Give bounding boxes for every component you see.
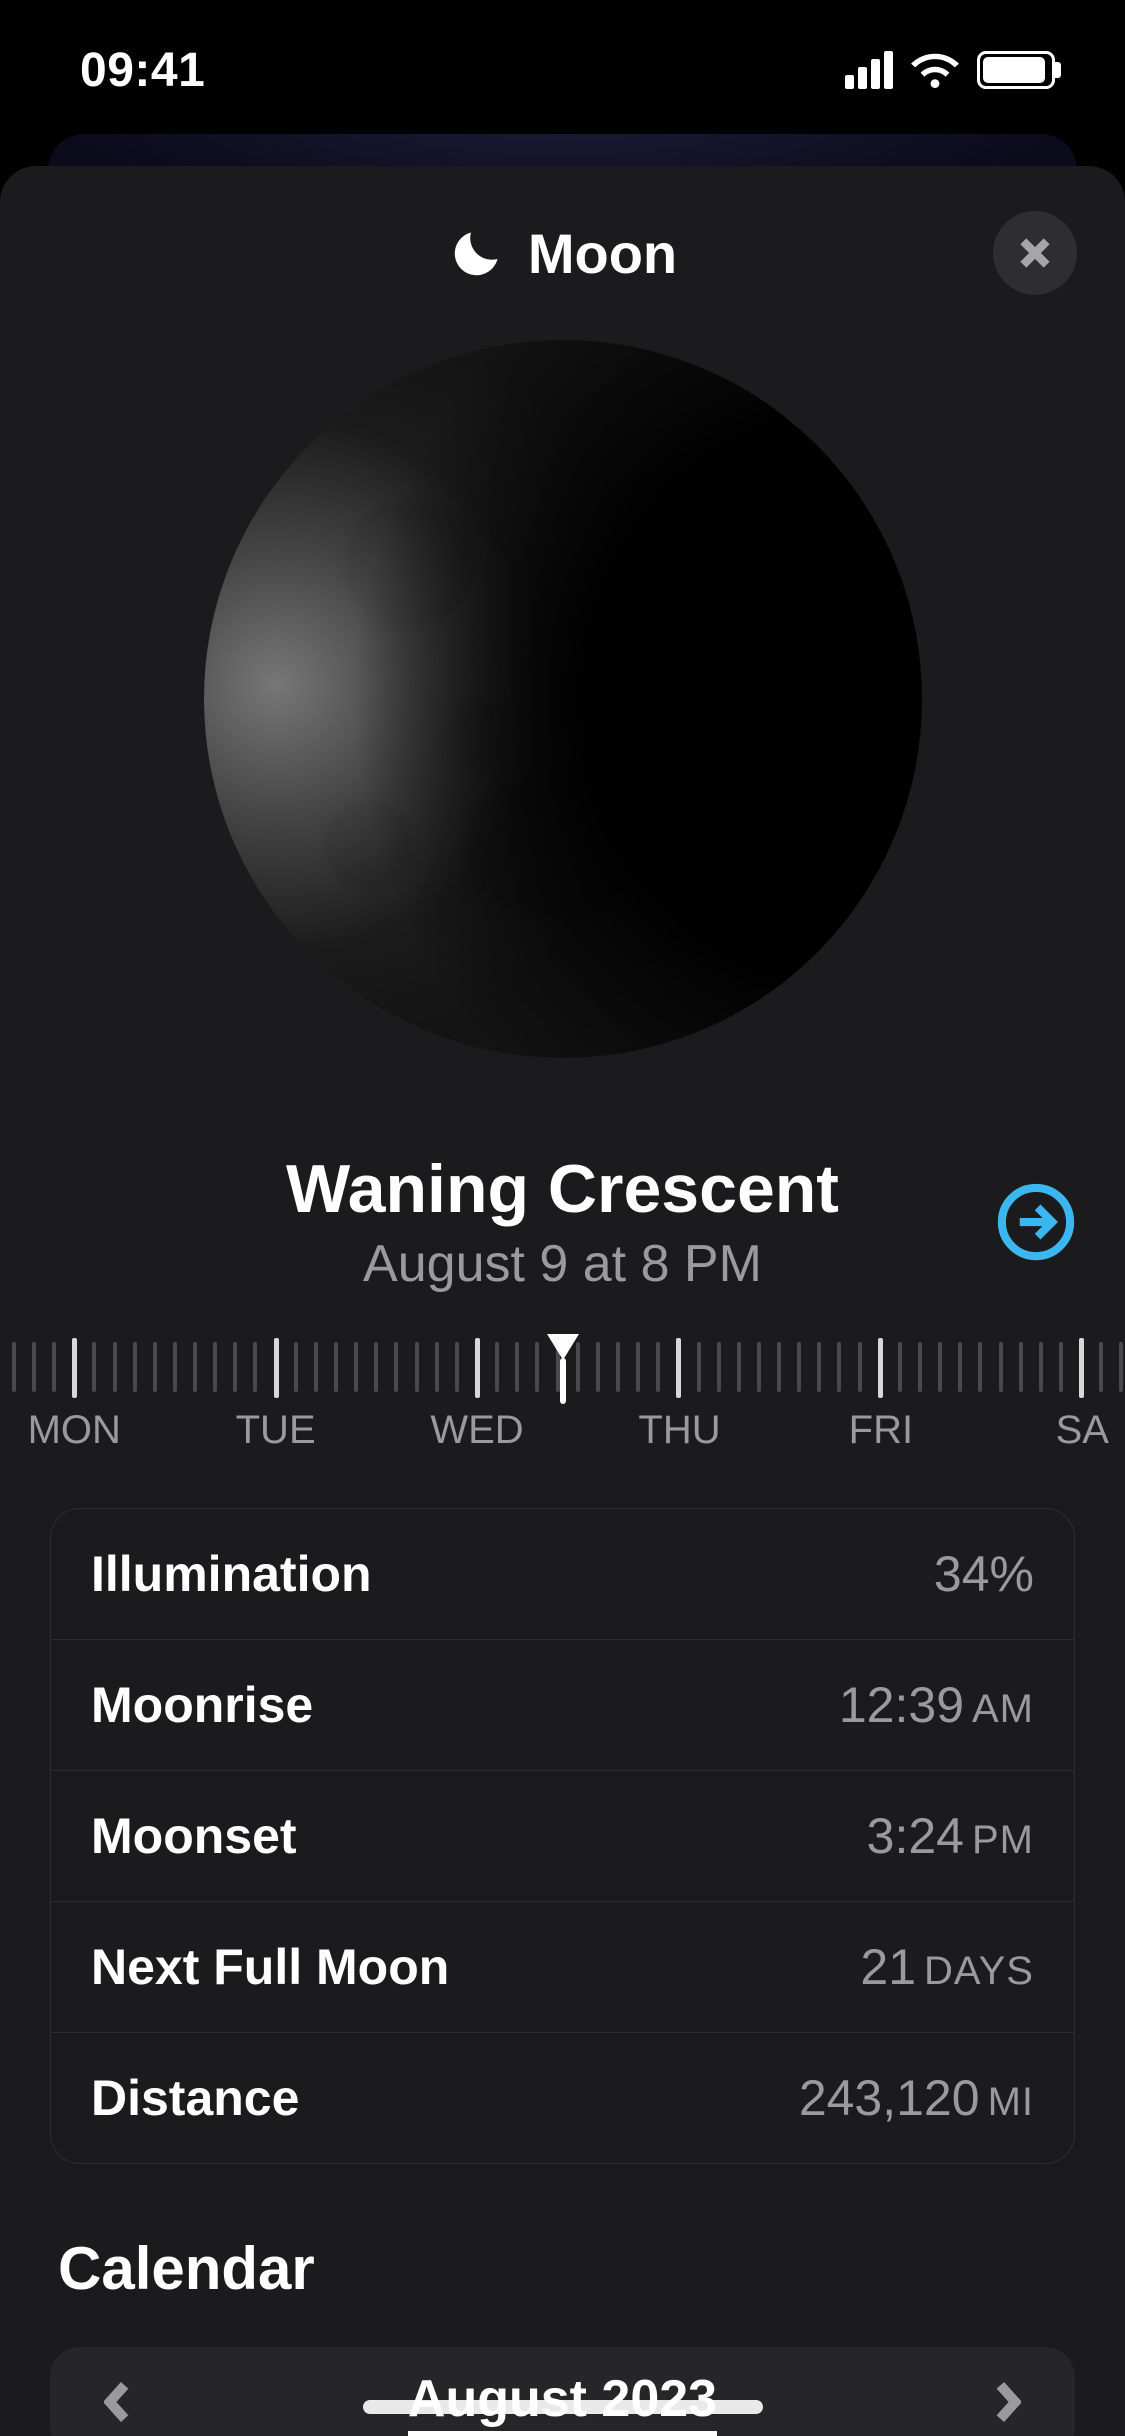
- stat-label: Moonset: [91, 1807, 297, 1865]
- stat-value: 34%: [934, 1545, 1034, 1603]
- cellular-icon: [845, 51, 893, 89]
- moon-icon: [448, 224, 506, 282]
- dial-day-label: FRI: [849, 1408, 913, 1453]
- dial-day-label: TUE: [236, 1408, 316, 1453]
- stat-value: 21DAYS: [860, 1938, 1034, 1996]
- stat-row: Moonrise 12:39AM: [51, 1639, 1074, 1770]
- dial-pointer-icon: [547, 1334, 579, 1360]
- stat-value: 3:24PM: [867, 1807, 1034, 1865]
- month-navigator: August 2023: [50, 2347, 1075, 2436]
- next-day-button[interactable]: [997, 1183, 1075, 1261]
- moon-sheet: Moon Waning Crescent August 9 at 8 PM MO…: [0, 166, 1125, 2436]
- stat-row: Moonset 3:24PM: [51, 1770, 1074, 1901]
- stat-label: Moonrise: [91, 1676, 313, 1734]
- stat-value: 12:39AM: [839, 1676, 1034, 1734]
- next-month-button[interactable]: [987, 2382, 1027, 2422]
- phase-name: Waning Crescent: [0, 1150, 1125, 1228]
- status-indicators: [845, 51, 1055, 89]
- close-button[interactable]: [993, 211, 1077, 295]
- sheet-title: Moon: [528, 221, 677, 286]
- stat-row: Illumination 34%: [51, 1509, 1074, 1639]
- sheet-header: Moon: [0, 208, 1125, 298]
- day-dial[interactable]: MON TUE WED THU FRI SA: [0, 1338, 1125, 1458]
- phase-block: Waning Crescent August 9 at 8 PM: [0, 1150, 1125, 1294]
- dial-day-label: WED: [430, 1408, 523, 1453]
- moon-phase-image: [204, 340, 922, 1058]
- stat-row: Distance 243,120MI: [51, 2032, 1074, 2163]
- calendar-heading: Calendar: [58, 2234, 1125, 2303]
- status-bar: 09:41: [0, 0, 1125, 140]
- stats-list: Illumination 34% Moonrise 12:39AM Moonset 3:2…: [50, 1508, 1075, 2164]
- home-indicator[interactable]: [363, 2400, 763, 2414]
- dial-day-label: MON: [28, 1408, 121, 1453]
- stat-value: 243,120MI: [799, 2069, 1034, 2127]
- previous-month-button[interactable]: [98, 2382, 138, 2422]
- wifi-icon: [911, 52, 959, 88]
- dial-day-label: SA: [1056, 1408, 1109, 1453]
- dial-day-label: THU: [638, 1408, 720, 1453]
- stat-label: Illumination: [91, 1545, 372, 1603]
- battery-icon: [977, 51, 1055, 89]
- phase-date: August 9 at 8 PM: [0, 1234, 1125, 1294]
- moon-visual: [0, 340, 1125, 1058]
- stat-label: Next Full Moon: [91, 1938, 449, 1996]
- stat-row: Next Full Moon 21DAYS: [51, 1901, 1074, 2032]
- stat-label: Distance: [91, 2069, 299, 2127]
- screen: 09:41 Moon Wa: [0, 0, 1125, 2436]
- status-time: 09:41: [80, 43, 205, 98]
